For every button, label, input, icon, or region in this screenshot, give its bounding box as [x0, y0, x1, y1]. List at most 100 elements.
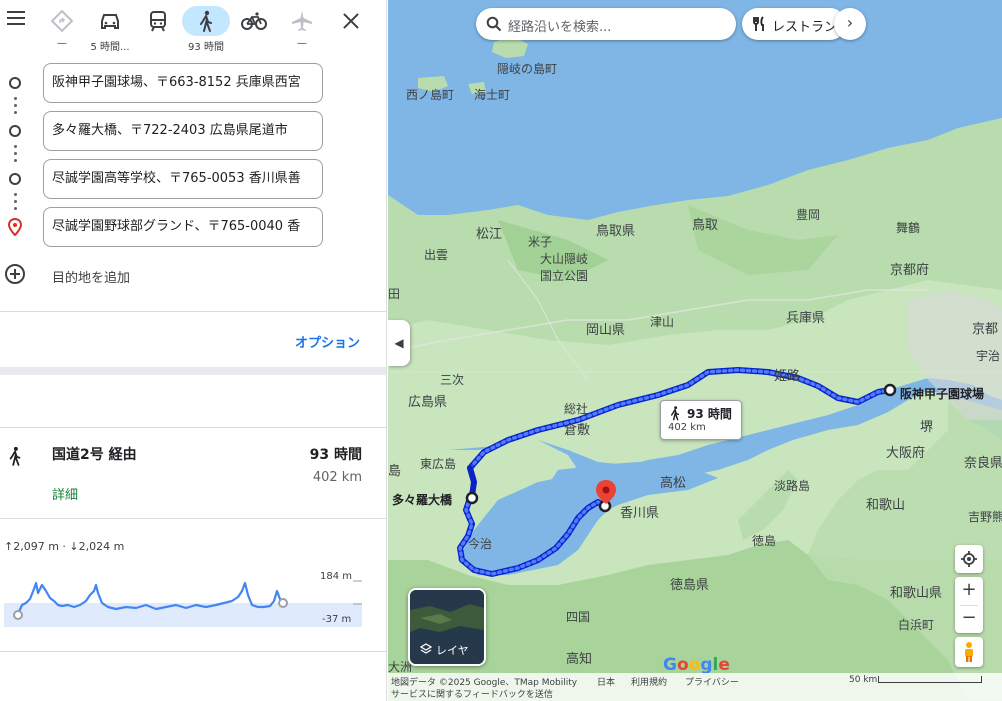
- search-along-route[interactable]: 経路沿いを検索...: [476, 8, 736, 40]
- scale-bar: [878, 676, 982, 683]
- feedback-link[interactable]: サービスに関するフィードバックを送信: [391, 687, 553, 700]
- train-icon: [150, 11, 166, 32]
- waypoint-input-start[interactable]: 阪神甲子園球場、〒663-8152 兵庫県西宮: [43, 63, 323, 103]
- layers-button[interactable]: レイヤ: [408, 588, 486, 666]
- collapse-panel-button[interactable]: ◀: [388, 320, 410, 366]
- privacy-link[interactable]: プライバシー: [685, 675, 739, 688]
- map-label: 岡山県: [586, 323, 626, 338]
- elevation-min-label: -37 m: [322, 614, 352, 625]
- walking-icon: [670, 406, 680, 421]
- car-icon: [101, 14, 119, 29]
- map-label: 東広島: [420, 457, 457, 471]
- map-label: 徳島: [752, 534, 777, 548]
- map-label: 隠岐の島町: [497, 62, 558, 76]
- callout-duration: 93 時間: [687, 407, 732, 421]
- section-divider: [0, 367, 386, 375]
- map-label: 兵庫県: [786, 311, 826, 326]
- options-button[interactable]: オプション: [295, 332, 360, 351]
- waypoint-input-3[interactable]: 尽誠学園高等学校、〒765-0053 香川県善: [43, 159, 323, 199]
- route-title: 国道2号 経由: [52, 447, 137, 463]
- walking-icon: [9, 446, 21, 466]
- divider: [0, 518, 386, 519]
- restaurant-chip-label: レストラン: [772, 20, 838, 35]
- directions-panel: — 5 時間... 93 時間 — 阪神甲子園球場、〒663-8152 兵庫県西…: [0, 0, 387, 701]
- map-label: 三次: [440, 373, 465, 387]
- bicycle-icon: [241, 12, 267, 30]
- map-label: 松江: [476, 227, 503, 242]
- google-logo: Google: [663, 655, 730, 675]
- map-label: 京都: [972, 322, 999, 337]
- map-label: 舞鶴: [896, 221, 921, 235]
- waypoint-input-destination[interactable]: 尽誠学園野球部グランド、〒765-0040 香: [43, 207, 323, 247]
- diamond-route-icon: [51, 10, 73, 32]
- mode-driving-label: 5 時間...: [90, 42, 130, 53]
- map-label: 姫路: [774, 369, 801, 384]
- scale-label[interactable]: 50 km: [849, 675, 877, 685]
- map-footer: 地図データ ©2025 Google、TMap Mobility 日本 利用規約…: [388, 673, 1002, 701]
- map-label-koshien: 阪神甲子園球場: [900, 387, 985, 401]
- waypoint-circle-icon: [9, 125, 21, 137]
- route-duration: 93 時間: [309, 447, 362, 463]
- mode-walking-label: 93 時間: [188, 42, 224, 53]
- my-location-icon: [961, 551, 977, 567]
- walking-icon: [200, 10, 212, 32]
- travel-mode-bar: — 5 時間... 93 時間 —: [0, 0, 386, 56]
- search-placeholder: 経路沿いを検索...: [508, 20, 612, 35]
- search-icon: [486, 16, 502, 32]
- map-label: 奈良県: [964, 456, 1002, 471]
- map-label: 大阪府: [886, 446, 926, 461]
- map-label: 鳥取: [692, 218, 719, 233]
- street-view-pegman[interactable]: [955, 637, 983, 667]
- add-circle-icon: [5, 264, 25, 284]
- details-link[interactable]: 詳細: [52, 484, 78, 503]
- map-canvas[interactable]: 経路沿いを検索... レストラン › ◀ 隠岐の島町 西ノ島町 海士町 松江 米…: [388, 0, 1002, 701]
- map-label: 宇治: [976, 349, 1001, 363]
- chevron-right-icon[interactable]: ›: [834, 8, 866, 40]
- map-label: 海士町: [474, 88, 511, 102]
- map-label: 西ノ島町: [406, 88, 455, 102]
- map-label: 四国: [566, 610, 591, 624]
- layers-label: レイヤ: [436, 644, 469, 657]
- elevation-max-label: 184 m: [320, 571, 353, 582]
- add-destination-button[interactable]: 目的地を追加: [0, 260, 386, 290]
- menu-button[interactable]: [4, 6, 28, 30]
- map-label: 今治: [468, 537, 493, 551]
- map-label: 吉野熊: [968, 510, 1002, 524]
- mode-walking[interactable]: 93 時間: [182, 4, 230, 53]
- waypoint-row: 尽誠学園野球部グランド、〒765-0040 香: [0, 207, 386, 247]
- mode-flights[interactable]: —: [278, 4, 326, 52]
- add-destination-label: 目的地を追加: [52, 271, 131, 286]
- region-link[interactable]: 日本: [597, 675, 615, 688]
- layers-icon: [420, 643, 432, 654]
- route-info-callout[interactable]: 93 時間 402 km: [660, 400, 742, 440]
- map-label: 倉敷: [564, 423, 591, 438]
- close-directions-button[interactable]: [338, 8, 364, 34]
- waypoint-row: 多々羅大橋、〒722-2403 広島県尾道市: [0, 111, 386, 151]
- map-label: 京都府: [890, 263, 930, 278]
- divider: [0, 651, 386, 652]
- restaurant-chip[interactable]: レストラン: [742, 8, 846, 40]
- map-label: 大山隠岐 国立公園: [540, 252, 589, 283]
- map-label: 津山: [650, 315, 675, 329]
- map-label: 淡路島: [774, 479, 811, 493]
- divider: [0, 427, 386, 428]
- divider: [0, 311, 386, 312]
- restaurant-icon: [753, 16, 764, 31]
- map-label: 広島県: [408, 395, 448, 410]
- mode-flights-label: —: [297, 38, 307, 49]
- waypoint-input-2[interactable]: 多々羅大橋、〒722-2403 広島県尾道市: [43, 111, 323, 151]
- map-label: 豊岡: [796, 208, 821, 222]
- zoom-out-button[interactable]: −: [955, 605, 983, 633]
- zoom-in-button[interactable]: +: [955, 577, 983, 605]
- pegman-icon: [965, 642, 973, 662]
- map-label: 出雲: [424, 248, 449, 262]
- mode-driving[interactable]: 5 時間...: [86, 4, 134, 53]
- route-distance: 402 km: [312, 470, 362, 485]
- map-label: 徳島県: [670, 578, 710, 593]
- waypoint-circle-icon: [9, 77, 21, 89]
- destination-pin-icon: [8, 218, 22, 236]
- map-label-tatara: 多々羅大橋: [392, 493, 453, 507]
- map-label: 和歌山: [866, 498, 906, 513]
- terms-link[interactable]: 利用規約: [631, 675, 667, 688]
- my-location-button[interactable]: [955, 545, 983, 573]
